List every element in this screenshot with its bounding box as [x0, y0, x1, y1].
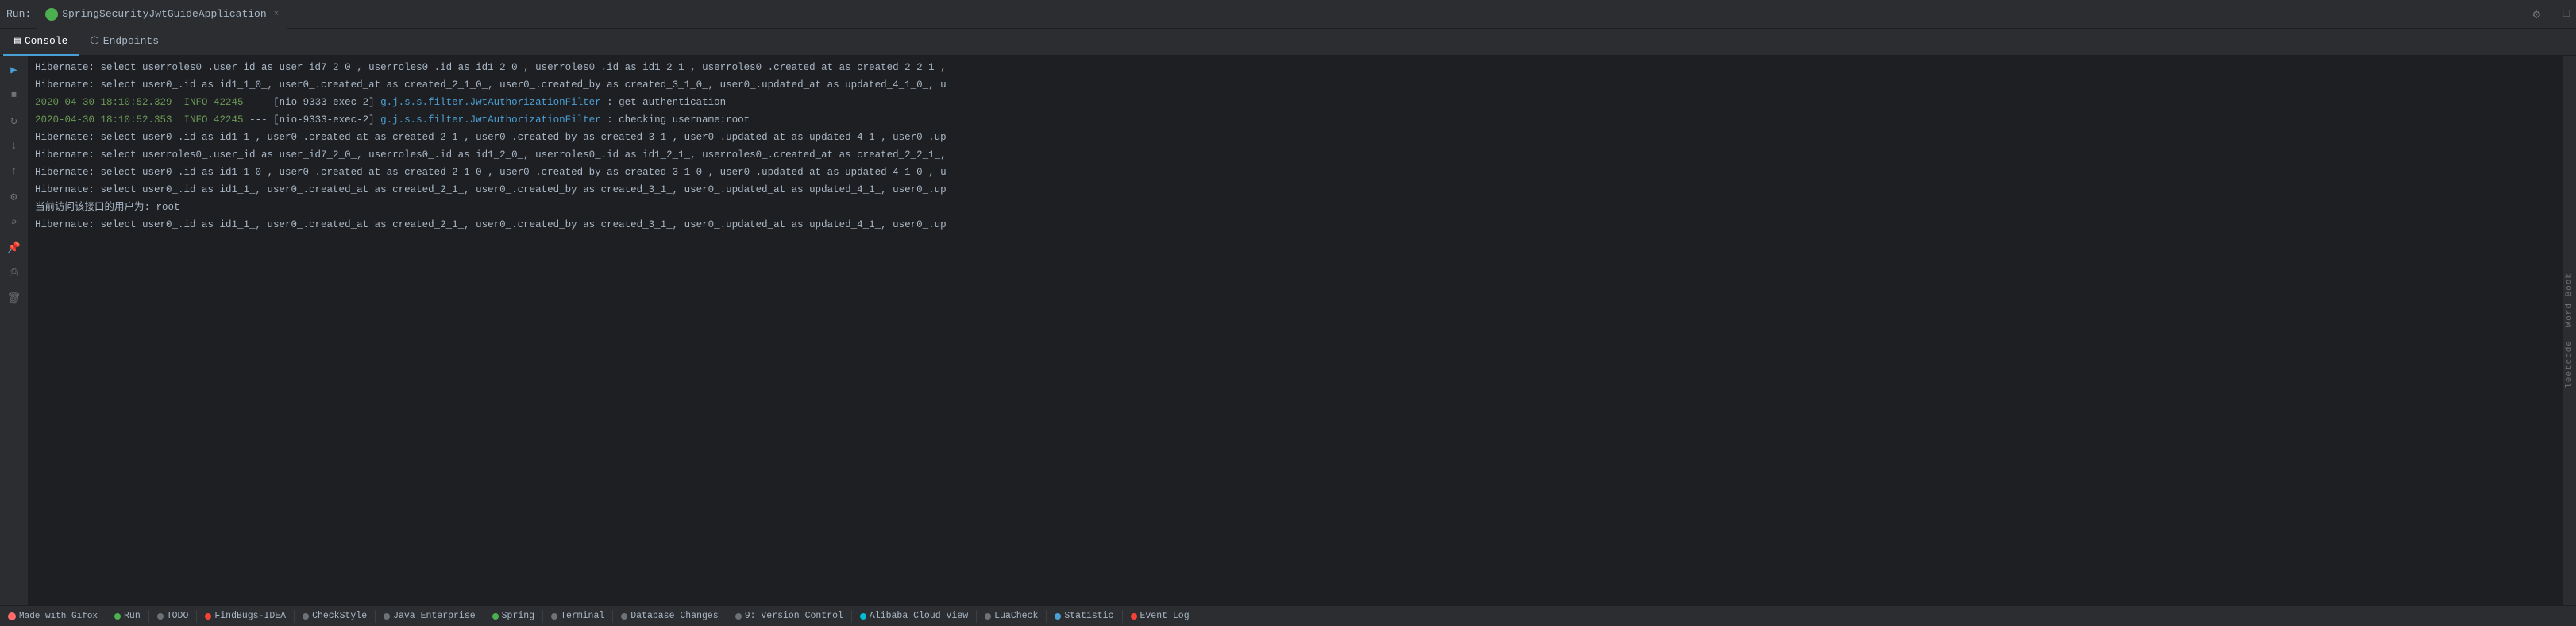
java-enterprise-label: Java Enterprise — [393, 611, 476, 621]
bottom-event-log[interactable]: Event Log — [1126, 608, 1194, 625]
separator — [196, 610, 197, 623]
run-dot — [114, 613, 121, 620]
terminal-label: Terminal — [561, 611, 604, 621]
bottom-findbugs[interactable]: FindBugs-IDEA — [200, 608, 291, 625]
close-window-icon[interactable]: □ — [2563, 8, 2570, 21]
findbugs-label: FindBugs-IDEA — [214, 611, 286, 621]
statistic-label: Statistic — [1064, 611, 1113, 621]
bottom-java-enterprise[interactable]: Java Enterprise — [379, 608, 480, 625]
checkstyle-dot — [303, 613, 309, 620]
console-icon: ▤ — [14, 35, 21, 47]
todo-label: TODO — [167, 611, 189, 621]
version-control-dot — [735, 613, 742, 620]
sidebar-rerun-icon[interactable]: ↻ — [3, 110, 25, 132]
run-label: Run: — [6, 8, 31, 20]
log-line: Hibernate: select userroles0_.user_id as… — [29, 146, 2562, 164]
sidebar-run-icon[interactable]: ▶ — [3, 59, 25, 81]
log-line: Hibernate: select user0_.id as id1_1_, u… — [29, 216, 2562, 234]
bottom-checkstyle[interactable]: CheckStyle — [298, 608, 372, 625]
tab-console[interactable]: ▤ Console — [3, 29, 79, 56]
bottom-alibaba[interactable]: Alibaba Cloud View — [855, 608, 973, 625]
log-line: Hibernate: select userroles0_.user_id as… — [29, 59, 2562, 76]
spring-dot — [492, 613, 499, 620]
gifox-dot — [8, 612, 16, 620]
sidebar-search-icon[interactable]: ⌕ — [3, 211, 25, 234]
separator — [294, 610, 295, 623]
log-line-info: 2020-04-30 18:10:52.329 INFO 42245 --- [… — [29, 94, 2562, 111]
java-enterprise-dot — [384, 613, 390, 620]
spring-label: Spring — [502, 611, 534, 621]
log-line: Hibernate: select user0_.id as id1_1_, u… — [29, 181, 2562, 199]
log-line: Hibernate: select user0_.id as id1_1_, u… — [29, 129, 2562, 146]
terminal-dot — [551, 613, 557, 620]
console-tab-label: Console — [25, 35, 68, 47]
leetcode-label: leetcode — [2565, 340, 2574, 388]
separator — [976, 610, 977, 623]
bottom-luacheck[interactable]: LuaCheck — [980, 608, 1043, 625]
sidebar-scroll-down-icon[interactable]: ↓ — [3, 135, 25, 157]
db-changes-label: Database Changes — [631, 611, 718, 621]
console-output[interactable]: Hibernate: select userroles0_.user_id as… — [29, 56, 2562, 605]
content-area: Hibernate: select userroles0_.user_id as… — [29, 56, 2562, 605]
bottom-db-changes[interactable]: Database Changes — [616, 608, 723, 625]
sidebar-scroll-up-icon[interactable]: ↑ — [3, 160, 25, 183]
sidebar-print-icon[interactable]: ⎙ — [3, 262, 25, 284]
app-icon — [45, 8, 58, 21]
run-label-bottom: Run — [124, 611, 141, 621]
panel-tab-bar: ▤ Console ⬡ Endpoints — [0, 29, 2576, 56]
gifox-label: Made with Gifox — [19, 612, 98, 621]
todo-dot — [157, 613, 164, 620]
tab-endpoints[interactable]: ⬡ Endpoints — [79, 29, 170, 56]
event-log-dot — [1131, 613, 1137, 620]
bottom-spring[interactable]: Spring — [488, 608, 539, 625]
log-line: Hibernate: select user0_.id as id1_1_0_,… — [29, 76, 2562, 94]
alibaba-label: Alibaba Cloud View — [870, 611, 968, 621]
separator — [148, 610, 149, 623]
luacheck-label: LuaCheck — [994, 611, 1038, 621]
gifox-badge: Made with Gifox — [3, 608, 102, 625]
log-line: Hibernate: select user0_.id as id1_1_0_,… — [29, 164, 2562, 181]
bottom-statistic[interactable]: Statistic — [1050, 608, 1118, 625]
app-tab[interactable]: SpringSecurityJwtGuideApplication × — [37, 0, 287, 29]
findbugs-dot — [205, 613, 211, 620]
alibaba-dot — [860, 613, 866, 620]
right-word-book-panel: Word Book leetcode — [2562, 56, 2576, 605]
log-line-info: 2020-04-30 18:10:52.353 INFO 42245 --- [… — [29, 111, 2562, 129]
sidebar-trash-icon[interactable]: 🗑 — [3, 288, 25, 310]
bottom-run[interactable]: Run — [110, 608, 145, 625]
app-name: SpringSecurityJwtGuideApplication — [62, 8, 266, 20]
sidebar-stop-icon[interactable]: ⏹ — [3, 84, 25, 106]
left-sidebar: ▶ ⏹ ↻ ↓ ↑ ⚙ ⌕ 📌 ⎙ 🗑 — [0, 56, 29, 605]
statistic-dot — [1055, 613, 1061, 620]
sidebar-settings-icon[interactable]: ⚙ — [3, 186, 25, 208]
separator — [612, 610, 613, 623]
separator — [1122, 610, 1123, 623]
event-log-label: Event Log — [1140, 611, 1190, 621]
endpoints-icon: ⬡ — [90, 35, 98, 47]
log-line-chinese: 当前访问该接口的用户为: root — [29, 199, 2562, 216]
separator — [542, 610, 543, 623]
db-changes-dot — [621, 613, 627, 620]
tab-close-button[interactable]: × — [274, 10, 280, 19]
word-book-label: Word Book — [2565, 272, 2574, 327]
separator — [375, 610, 376, 623]
settings-icon[interactable]: ⚙ — [2533, 6, 2541, 22]
checkstyle-label: CheckStyle — [312, 611, 367, 621]
sidebar-pin-icon[interactable]: 📌 — [3, 237, 25, 259]
minimize-icon[interactable]: — — [2551, 8, 2558, 21]
separator — [1046, 610, 1047, 623]
version-control-label: 9: Version Control — [745, 611, 843, 621]
bottom-bar: Made with Gifox Run TODO FindBugs-IDEA C… — [0, 605, 2576, 626]
bottom-todo[interactable]: TODO — [152, 608, 194, 625]
luacheck-dot — [985, 613, 991, 620]
bottom-version-control[interactable]: 9: Version Control — [731, 608, 848, 625]
separator — [851, 610, 852, 623]
main-layout: ▶ ⏹ ↻ ↓ ↑ ⚙ ⌕ 📌 ⎙ 🗑 Hibernate: select us… — [0, 56, 2576, 605]
endpoints-tab-label: Endpoints — [103, 35, 159, 47]
top-bar: Run: SpringSecurityJwtGuideApplication ×… — [0, 0, 2576, 29]
bottom-terminal[interactable]: Terminal — [546, 608, 609, 625]
